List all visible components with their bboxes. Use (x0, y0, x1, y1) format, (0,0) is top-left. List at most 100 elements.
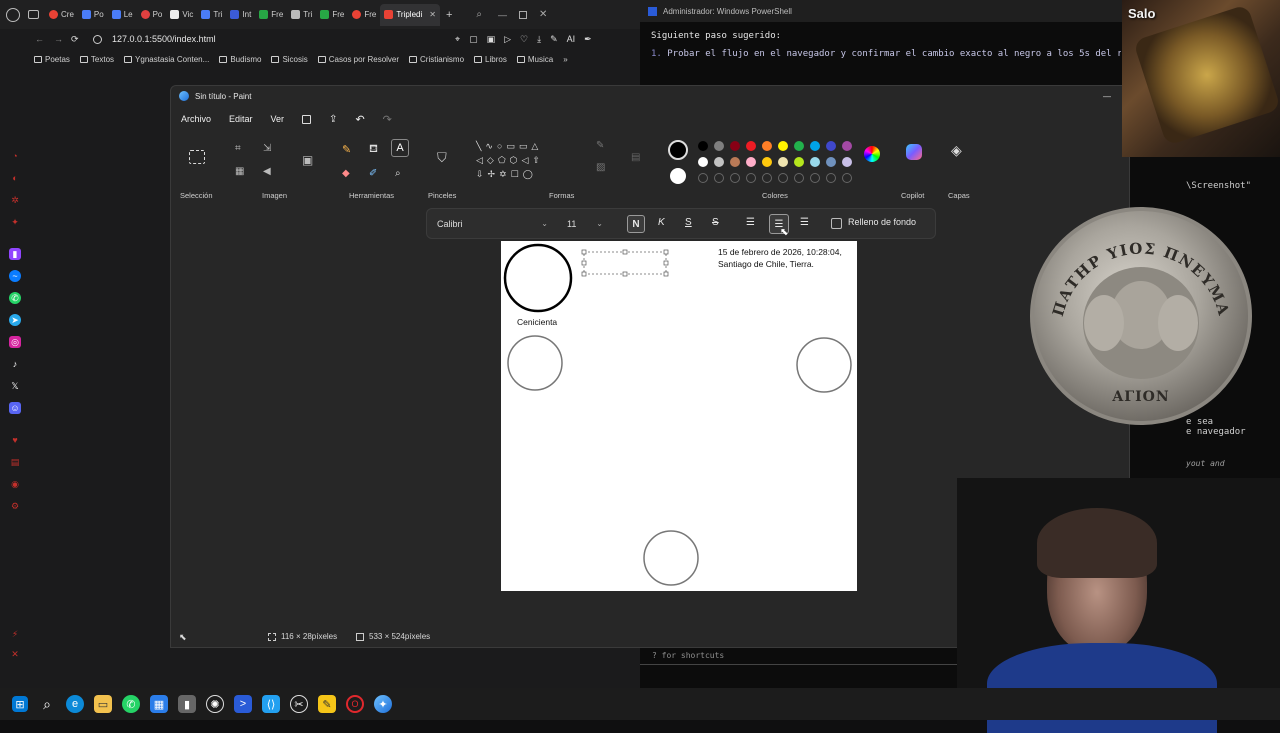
custom-color-slot[interactable] (746, 173, 756, 183)
color-swatch[interactable] (746, 157, 756, 167)
text-tool-icon[interactable]: A (391, 139, 409, 157)
browser-tab[interactable]: Le (108, 4, 137, 26)
redo-icon[interactable]: ↷ (383, 113, 392, 126)
image-detect-icon[interactable]: ▣ (302, 153, 313, 167)
url-field[interactable]: 127.0.0.1:5500/index.html (112, 34, 216, 44)
app-icon[interactable]: ▮ (178, 695, 196, 713)
resize-handle[interactable] (581, 271, 587, 277)
italic-button[interactable]: K (658, 217, 665, 228)
download-icon[interactable]: ⤓ (537, 34, 541, 45)
custom-color-slot[interactable] (842, 173, 852, 183)
file-explorer-icon[interactable]: ▭ (94, 695, 112, 713)
maximize-icon[interactable] (519, 10, 528, 19)
color-swatch[interactable] (842, 157, 852, 167)
search-tabs-icon[interactable]: ⌕ (476, 9, 482, 20)
resize-handle[interactable] (663, 271, 669, 277)
bookmark-folder[interactable]: Ygnastasia Conten... (124, 55, 209, 64)
bold-button[interactable]: N (627, 215, 645, 233)
twitch-icon[interactable]: ▮ (9, 248, 21, 260)
eraser-icon[interactable]: ◆ (342, 168, 350, 179)
sticky-notes-icon[interactable]: ✎ (318, 695, 336, 713)
start-button[interactable]: ⊞ (12, 696, 28, 712)
heart-icon[interactable]: ♡ (520, 34, 528, 45)
minimize-icon[interactable]: — (1103, 92, 1111, 101)
custom-color-slot[interactable] (778, 173, 788, 183)
browser-tab[interactable]: Cre (45, 4, 78, 26)
play-icon[interactable]: ▷ (504, 34, 511, 45)
browser-tab[interactable]: Po (137, 4, 167, 26)
custom-color-slot[interactable] (810, 173, 820, 183)
resize-handle[interactable] (622, 249, 628, 255)
copilot-icon[interactable] (906, 144, 922, 160)
brush-icon[interactable]: ⛉ (437, 150, 447, 166)
color-swatch[interactable] (730, 157, 740, 167)
custom-color-slot[interactable] (714, 173, 724, 183)
ai-icon[interactable]: AI (567, 34, 576, 45)
pen-icon[interactable]: ✒ (584, 34, 592, 45)
bookmark-folder[interactable]: Casos por Resolver (317, 55, 399, 64)
align-left-icon[interactable]: ☰ (746, 217, 755, 228)
bookmark-folder[interactable]: Poetas (34, 55, 70, 64)
heart-icon[interactable]: ♥ (9, 434, 21, 446)
font-family-select[interactable]: Calibri ⌄ (437, 216, 552, 232)
edge-icon[interactable]: e (66, 695, 84, 713)
color-swatch[interactable] (762, 141, 772, 151)
close-window-icon[interactable]: ✕ (539, 9, 547, 20)
bookmarks-icon[interactable]: ◐ (9, 172, 21, 184)
color-swatch[interactable] (794, 157, 804, 167)
reading-list-icon[interactable]: ✲ (9, 194, 21, 206)
font-size-select[interactable]: 11 ⌄ (567, 216, 607, 232)
secondary-color-swatch[interactable] (670, 168, 686, 184)
search-icon[interactable]: ⌕ (38, 695, 56, 713)
color-swatch[interactable] (778, 157, 788, 167)
whatsapp-icon[interactable]: ✆ (122, 695, 140, 713)
bookmark-folder[interactable]: Libros (474, 55, 507, 64)
color-swatch[interactable] (778, 141, 788, 151)
site-info-icon[interactable] (93, 34, 102, 44)
vscode-icon[interactable]: ⟨⟩ (262, 695, 280, 713)
undo-icon[interactable]: ↶ (355, 113, 364, 126)
opera-icon[interactable]: O (346, 695, 364, 713)
color-swatch[interactable] (698, 141, 708, 151)
save-icon[interactable]: ▣ (487, 34, 496, 45)
browser-tab[interactable]: Tri (197, 4, 226, 26)
mail-icon[interactable]: ◉ (9, 478, 21, 490)
shape-more-icon[interactable]: ▤ (631, 152, 640, 163)
fill-shape-icon[interactable]: ▨ (596, 162, 605, 173)
resize-handle[interactable] (581, 260, 587, 266)
resize-icon[interactable]: ⇲ (263, 143, 271, 154)
browser-tab[interactable]: Fre (316, 4, 348, 26)
background-fill-checkbox[interactable] (831, 218, 842, 229)
shapes-gallery[interactable]: ╲∿○▭▭△ ◁◇⬠⬡◁⇧ ⇩✢✡☐◯ (476, 139, 576, 181)
outline-icon[interactable]: ✎ (596, 140, 604, 151)
browser-tab[interactable]: Po (78, 4, 108, 26)
magnifier-icon[interactable]: ⌕ (395, 168, 401, 179)
remove-background-icon[interactable]: ▦ (235, 166, 244, 177)
browser-tab[interactable]: Tri (287, 4, 316, 26)
panel-toggle-icon[interactable]: ⚡ (9, 628, 21, 640)
crop-icon[interactable]: ⌗ (235, 143, 241, 154)
browser-tab[interactable]: Vic (166, 4, 197, 26)
color-swatch[interactable] (842, 141, 852, 151)
bookmark-folder[interactable]: Textos (79, 55, 114, 64)
resize-handle[interactable] (663, 260, 669, 266)
x-icon[interactable]: 𝕏 (9, 380, 21, 392)
instagram-icon[interactable]: ◎ (9, 336, 21, 348)
custom-color-slot[interactable] (762, 173, 772, 183)
custom-color-slot[interactable] (730, 173, 740, 183)
layers-icon[interactable]: ◈ (951, 142, 962, 159)
rotate-icon[interactable]: ◀ (263, 166, 271, 177)
color-swatch[interactable] (762, 157, 772, 167)
custom-color-slot[interactable] (826, 173, 836, 183)
reload-icon[interactable]: ⟳ (71, 34, 79, 45)
color-swatch[interactable] (810, 157, 820, 167)
selection-tool-icon[interactable] (189, 150, 205, 164)
color-picker-icon[interactable]: ✐ (369, 168, 377, 179)
menu-editar[interactable]: Editar (229, 114, 253, 124)
menu-ver[interactable]: Ver (271, 114, 285, 124)
workspaces-icon[interactable] (28, 10, 39, 19)
notes-icon[interactable]: ▤ (9, 456, 21, 468)
browser-tab[interactable]: Int (226, 4, 255, 26)
color-swatch[interactable] (794, 141, 804, 151)
color-swatch[interactable] (810, 141, 820, 151)
